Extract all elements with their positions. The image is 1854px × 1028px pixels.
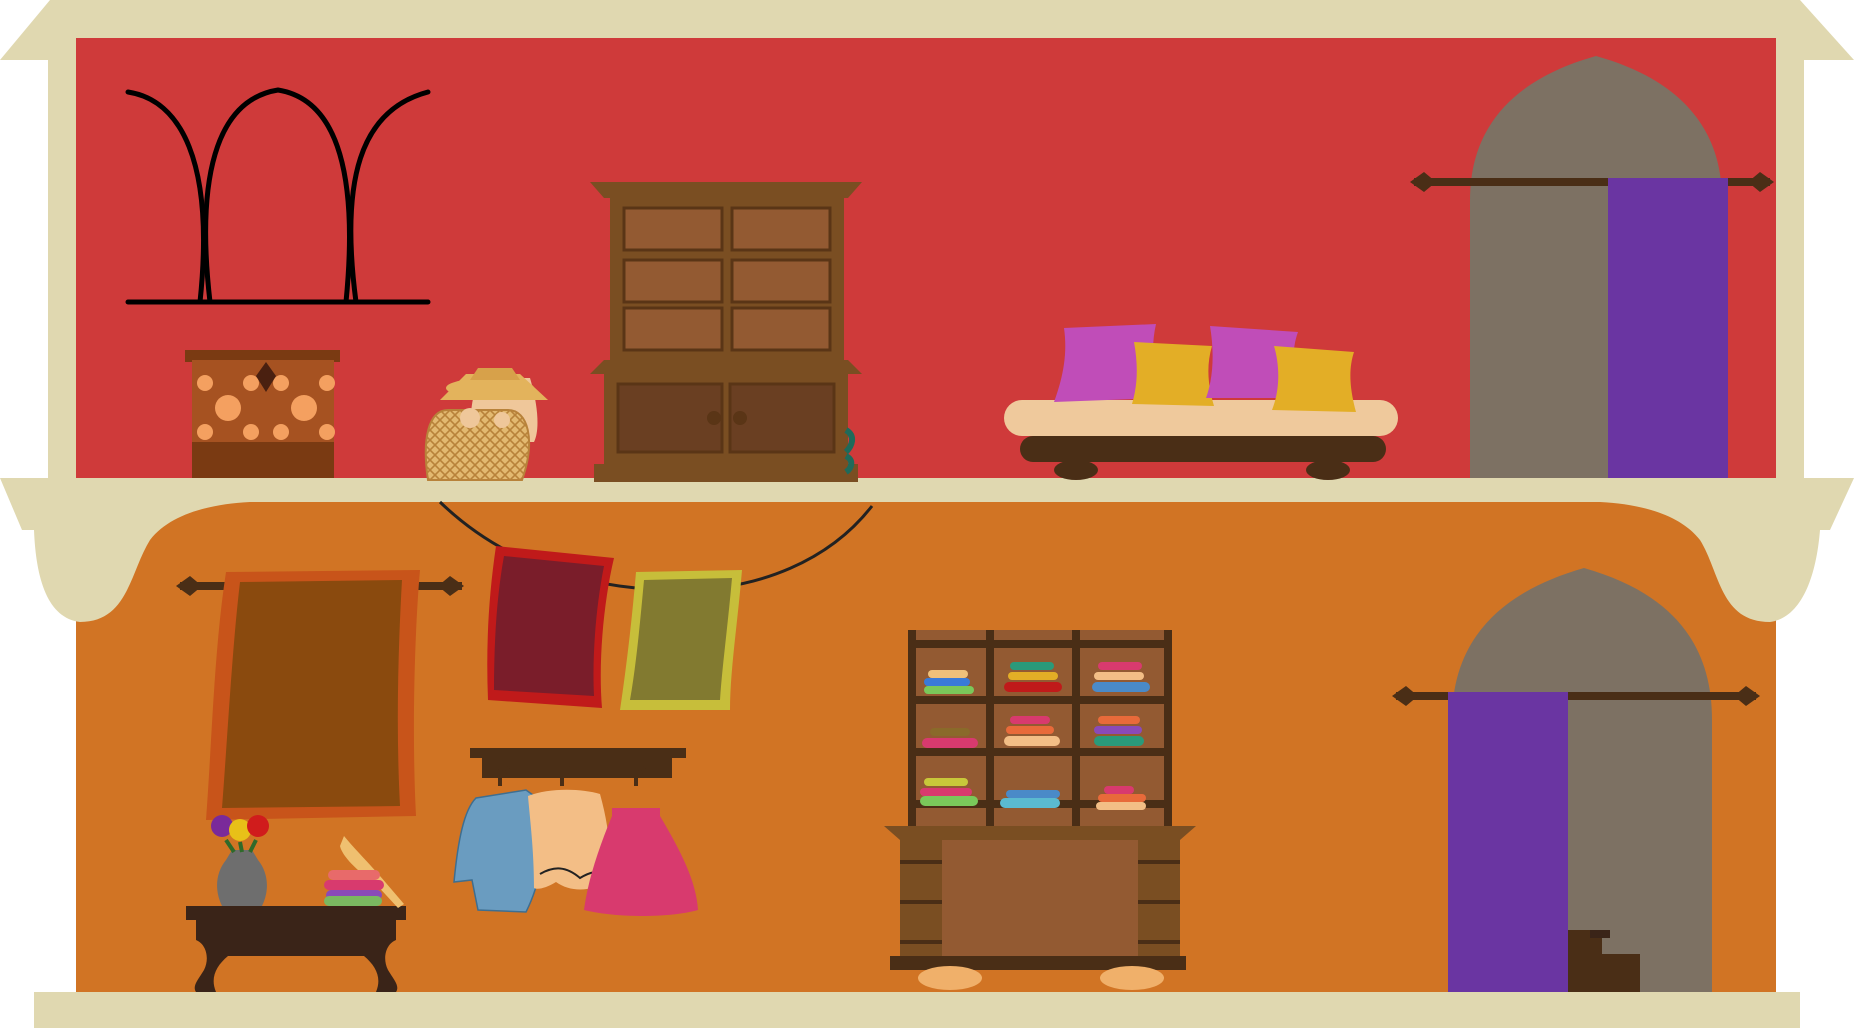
shelving-unit[interactable] [884,630,1196,990]
cushion-gold[interactable] [1132,342,1214,406]
cupboard[interactable] [590,182,862,482]
jewelry-chest[interactable] [185,350,340,478]
upper-curtain[interactable] [1608,178,1728,478]
cupboard-knob [707,411,721,425]
towel-olive[interactable] [620,570,742,710]
flower-icon [247,815,269,837]
house-scene [0,0,1854,1028]
upper-right-column [1776,55,1804,485]
upper-left-column [48,55,76,485]
towel-maroon[interactable] [487,546,614,708]
cupboard-knob [733,411,747,425]
lower-curtain[interactable] [1448,692,1568,992]
ground-floor [34,992,1800,1028]
cushion-gold[interactable] [1272,346,1356,412]
